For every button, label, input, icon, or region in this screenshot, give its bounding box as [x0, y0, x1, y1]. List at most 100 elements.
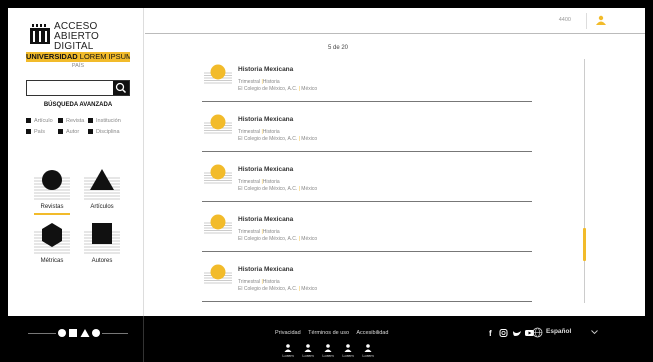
result-country: México: [301, 236, 318, 242]
filter-disciplina[interactable]: Disciplina: [88, 129, 120, 135]
footer-shapes-logo: [58, 329, 100, 337]
result-item[interactable]: Historia Mexicana Trimestral |Historia E…: [202, 160, 532, 202]
square-icon: [84, 223, 120, 254]
result-country: México: [301, 186, 318, 192]
filter-revista[interactable]: Revista: [58, 118, 84, 124]
filter-label: Autor: [66, 129, 80, 135]
university-subname: LOREM IPSUM: [79, 52, 130, 61]
credit-item[interactable]: Lorem: [341, 344, 355, 358]
checkbox-icon: [58, 118, 63, 124]
page-frame: ACCESO ABIERTO DIGITAL DIAMANTE UNIVERSI…: [8, 8, 645, 316]
credit-item[interactable]: Lorem: [301, 344, 315, 358]
person-icon: [344, 344, 352, 352]
privacy-link[interactable]: Privacidad: [275, 330, 301, 336]
advanced-search-link[interactable]: BÚSQUEDA AVANZADA: [26, 102, 130, 108]
person-icon: [324, 344, 332, 352]
result-title[interactable]: Historia Mexicana: [238, 266, 293, 273]
nav-autores[interactable]: Autores: [82, 222, 122, 264]
result-item[interactable]: Historia Mexicana Trimestral |Historia E…: [202, 110, 532, 152]
result-discipline: Historia: [262, 129, 280, 135]
facebook-icon[interactable]: f: [489, 329, 492, 338]
logo[interactable]: ACCESO ABIERTO DIGITAL DIAMANTE: [30, 22, 128, 62]
result-title[interactable]: Historia Mexicana: [238, 166, 293, 173]
result-item[interactable]: Historia Mexicana Trimestral |Historia E…: [202, 260, 532, 302]
terms-link[interactable]: Términos de uso: [308, 330, 349, 336]
checkbox-icon: [26, 129, 31, 135]
nav-articulos[interactable]: Artículos: [82, 168, 122, 210]
filter-pais[interactable]: País: [26, 129, 45, 135]
result-item[interactable]: Historia Mexicana Trimestral |Historia E…: [202, 60, 532, 102]
result-meta: Trimestral |Historia El Colegio de Méxic…: [238, 279, 318, 292]
credit-item[interactable]: Lorem: [361, 344, 375, 358]
twitter-icon[interactable]: [513, 331, 521, 336]
credit-item[interactable]: Lorem: [281, 344, 295, 358]
filter-articulo[interactable]: Artículo: [26, 118, 53, 124]
result-title[interactable]: Historia Mexicana: [238, 216, 293, 223]
checkbox-icon: [58, 129, 63, 135]
credit-label: Lorem: [282, 353, 294, 358]
result-country: México: [301, 86, 318, 92]
chevron-down-icon[interactable]: [591, 330, 598, 335]
active-indicator: [34, 213, 70, 215]
filter-label: Artículo: [34, 118, 53, 124]
user-icon[interactable]: [595, 15, 607, 25]
checkbox-icon: [88, 118, 93, 124]
credit-label: Lorem: [362, 353, 374, 358]
result-frequency: Trimestral: [238, 279, 261, 285]
credit-label: Lorem: [302, 353, 314, 358]
footer: Privacidad Términos de uso Accesibilidad…: [0, 316, 653, 362]
person-icon: [364, 344, 372, 352]
journal-icon: [204, 164, 232, 184]
pagination-indicator: 5 de 20: [327, 45, 349, 51]
scrollbar-track[interactable]: [584, 59, 585, 303]
journal-icon: [204, 64, 232, 84]
language-selector[interactable]: Español: [546, 328, 571, 335]
result-title[interactable]: Historia Mexicana: [238, 66, 293, 73]
circle-icon: [34, 170, 70, 200]
nav-label: Autores: [91, 258, 113, 264]
result-publisher: El Colegio de México, A.C.: [238, 86, 298, 92]
filter-label: País: [34, 129, 46, 135]
result-discipline: Historia: [262, 279, 280, 285]
result-frequency: Trimestral: [238, 79, 261, 85]
top-bar-text: 4400: [558, 17, 571, 23]
result-publisher: El Colegio de México, A.C.: [238, 186, 298, 192]
result-item[interactable]: Historia Mexicana Trimestral |Historia E…: [202, 210, 532, 252]
filter-label: Revista: [66, 118, 85, 124]
instagram-icon[interactable]: [499, 329, 508, 337]
social-links: f: [489, 329, 534, 338]
search-input[interactable]: [27, 81, 113, 95]
filter-institucion[interactable]: Institución: [88, 118, 121, 124]
accessibility-link[interactable]: Accesibilidad: [356, 330, 388, 336]
result-publisher: El Colegio de México, A.C.: [238, 236, 298, 242]
nav-metricas[interactable]: Métricas: [32, 222, 72, 264]
divider: [143, 316, 144, 362]
logo-building-icon: [30, 24, 50, 44]
search-box: [26, 80, 130, 96]
result-meta: Trimestral |Historia El Colegio de Méxic…: [238, 79, 318, 92]
result-title[interactable]: Historia Mexicana: [238, 116, 293, 123]
checkbox-icon: [26, 118, 31, 124]
result-discipline: Historia: [262, 79, 280, 85]
credit-item[interactable]: Lorem: [321, 344, 335, 358]
result-country: México: [301, 136, 318, 142]
sidebar: ACCESO ABIERTO DIGITAL DIAMANTE UNIVERSI…: [8, 8, 144, 316]
university-banner: UNIVERSIDAD LOREM IPSUM: [26, 52, 130, 62]
search-button[interactable]: [113, 81, 129, 95]
result-country: México: [301, 286, 318, 292]
result-meta: Trimestral |Historia El Colegio de Méxic…: [238, 229, 318, 242]
journal-icon: [204, 114, 232, 134]
person-icon: [304, 344, 312, 352]
scrollbar-thumb[interactable]: [583, 228, 586, 261]
filter-label: Disciplina: [96, 129, 120, 135]
divider: [586, 13, 587, 29]
credit-label: Lorem: [342, 353, 354, 358]
credit-label: Lorem: [322, 353, 334, 358]
search-icon: [115, 82, 127, 94]
result-frequency: Trimestral: [238, 129, 261, 135]
result-discipline: Historia: [262, 179, 280, 185]
globe-icon: [532, 327, 543, 338]
filter-autor[interactable]: Autor: [58, 129, 79, 135]
nav-label: Métricas: [40, 258, 64, 264]
nav-revistas[interactable]: Revistas: [32, 168, 72, 215]
